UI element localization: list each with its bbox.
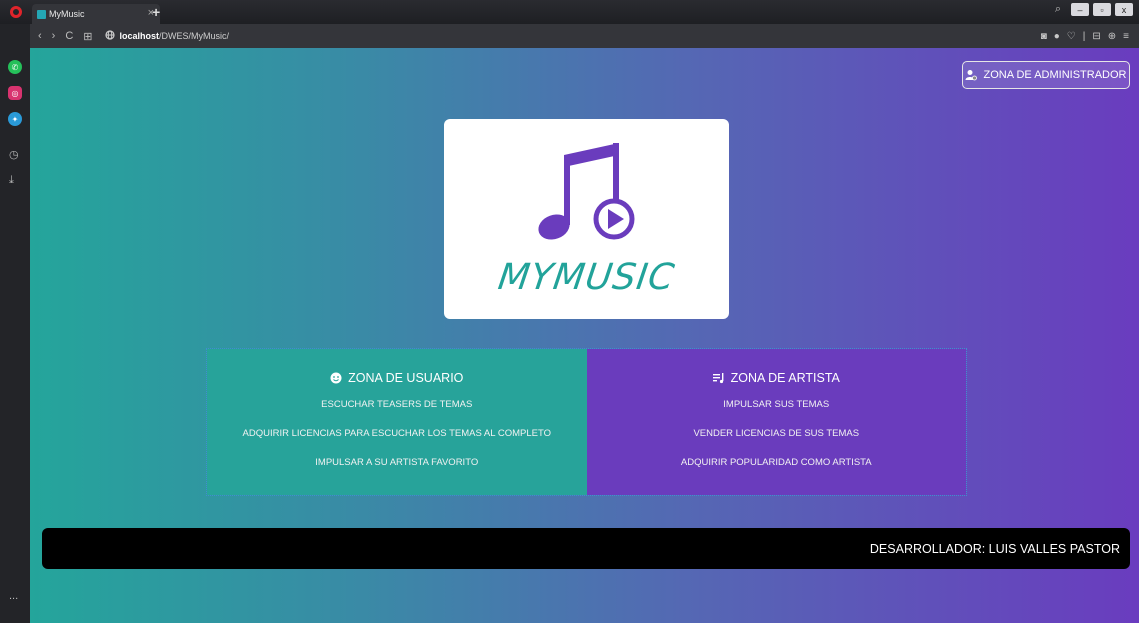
easy-setup-icon[interactable]: ≡	[1123, 31, 1129, 42]
developer-credit: DESARROLLADOR: LUIS VALLES PASTOR	[869, 541, 1120, 556]
user-zone-title[interactable]: ZONA DE USUARIO	[207, 371, 587, 385]
user-zone-item: ESCUCHAR TEASERS DE TEMAS	[321, 399, 473, 410]
footer: DESARROLLADOR: LUIS VALLES PASTOR	[42, 528, 1130, 569]
url-path: /DWES/MyMusic/	[159, 31, 230, 41]
browser-tab[interactable]: MyMusic ×	[32, 4, 160, 24]
artist-zone-item: IMPULSAR SUS TEMAS	[723, 399, 830, 410]
logo-text: MYMUSIC	[495, 257, 678, 298]
tab-title: MyMusic	[49, 9, 85, 19]
back-icon[interactable]: ‹	[38, 30, 42, 43]
user-zone-item: ADQUIRIR LICENCIAS PARA ESCUCHAR LOS TEM…	[242, 428, 551, 439]
snapshot-icon[interactable]: ◙	[1041, 31, 1047, 42]
sidebar-more-icon[interactable]: ...	[9, 590, 18, 602]
instagram-icon[interactable]: ◎	[8, 86, 22, 100]
history-icon[interactable]: ◷	[9, 148, 19, 161]
toolbar-divider: |	[1082, 30, 1086, 42]
admin-zone-label: ZONA DE ADMINISTRADOR	[983, 69, 1127, 81]
artist-zone-title-text: ZONA DE ARTISTA	[730, 371, 840, 385]
favicon-icon	[37, 9, 46, 19]
playlist-icon	[712, 373, 723, 384]
mymusic-logo: MYMUSIC	[444, 119, 729, 319]
extensions-icon[interactable]: ⊟	[1092, 31, 1100, 42]
artist-zone: ZONA DE ARTISTA IMPULSAR SUS TEMAS VENDE…	[586, 349, 967, 495]
admin-zone-button[interactable]: ZONA DE ADMINISTRADOR	[962, 61, 1130, 89]
address-bar: ‹ › C ⊞ localhost/DWES/MyMusic/ ◙ ● ♡ | …	[30, 24, 1139, 48]
user-zone-item: IMPULSAR A SU ARTISTA FAVORITO	[315, 457, 479, 468]
zones-panel: ZONA DE USUARIO ESCUCHAR TEASERS DE TEMA…	[206, 348, 967, 496]
browser-sidebar: ✆ ◎ ✦ ◷ ⤓ ...	[0, 24, 30, 623]
artist-zone-item: ADQUIRIR POPULARIDAD COMO ARTISTA	[680, 457, 872, 468]
artist-zone-title[interactable]: ZONA DE ARTISTA	[587, 371, 967, 385]
browser-titlebar: MyMusic × + ⌕ – ▫ x	[0, 0, 1139, 24]
artist-zone-item: VENDER LICENCIAS DE SUS TEMAS	[693, 428, 860, 439]
minimize-button[interactable]: –	[1071, 3, 1089, 16]
speed-dial-icon[interactable]: ⊞	[83, 30, 92, 43]
new-tab-button[interactable]: +	[152, 4, 160, 20]
cube-icon[interactable]: ⊕	[1108, 31, 1116, 42]
globe-icon	[104, 30, 115, 42]
url-host: localhost	[119, 31, 160, 41]
bookmark-heart-icon[interactable]: ♡	[1067, 31, 1076, 42]
maximize-button[interactable]: ▫	[1093, 3, 1111, 16]
whatsapp-icon[interactable]: ✆	[8, 60, 22, 74]
page-content: ZONA DE ADMINISTRADOR MYMUSIC ZONA DE US…	[30, 48, 1139, 623]
user-zone: ZONA DE USUARIO ESCUCHAR TEASERS DE TEMA…	[207, 349, 587, 495]
downloads-icon[interactable]: ⤓	[9, 174, 14, 187]
user-gear-icon	[965, 70, 978, 81]
tab-search-icon[interactable]: ⌕	[1055, 3, 1061, 16]
smiley-icon	[330, 372, 342, 384]
reload-icon[interactable]: C	[65, 30, 73, 43]
vpn-icon[interactable]: ●	[1054, 31, 1060, 42]
toolbar-icons: ◙ ● ♡ | ⊟ ⊕ ≡	[1041, 31, 1129, 42]
navigation-controls: ‹ › C ⊞	[38, 30, 93, 43]
forward-icon[interactable]: ›	[52, 30, 56, 43]
url-field[interactable]: localhost/DWES/MyMusic/	[104, 30, 230, 42]
close-window-button[interactable]: x	[1115, 3, 1133, 16]
opera-menu-icon[interactable]	[10, 6, 22, 18]
user-zone-title-text: ZONA DE USUARIO	[348, 371, 464, 385]
window-controls: ⌕ – ▫ x	[1055, 3, 1133, 16]
twitter-icon[interactable]: ✦	[8, 112, 22, 126]
